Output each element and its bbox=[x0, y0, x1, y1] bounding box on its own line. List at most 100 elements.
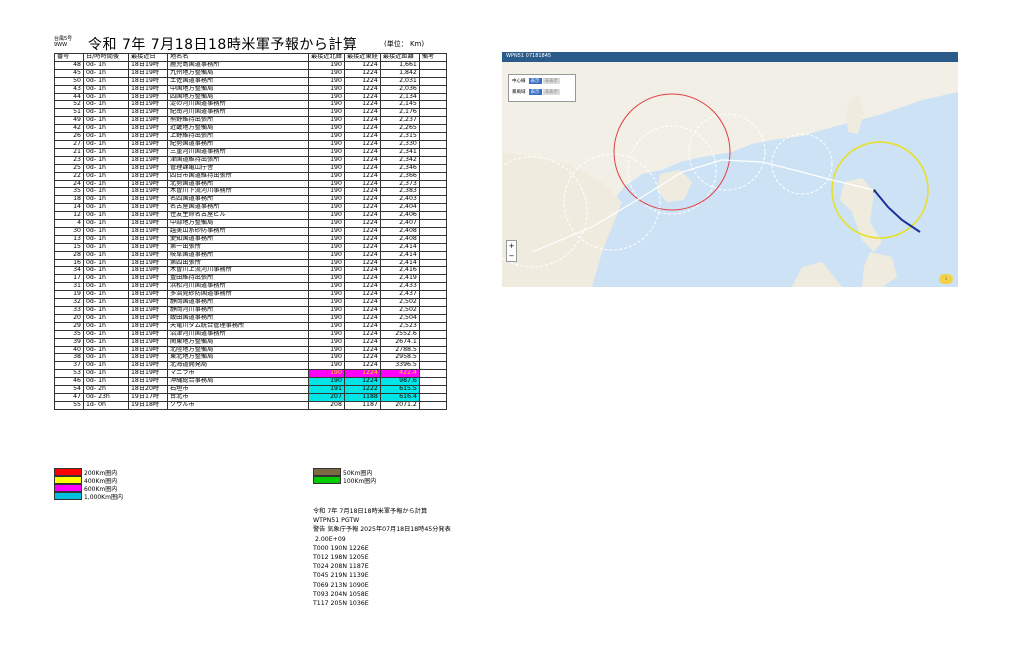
cell-remarks bbox=[418, 187, 447, 197]
forecast-note-line: WTPN51 PGTW bbox=[313, 517, 360, 525]
cell-closest-date: 18日19時 bbox=[128, 139, 168, 149]
page-title: 令和 7年 7月18日18時米軍予報から計算 bbox=[88, 37, 358, 53]
zoom-out-button[interactable]: − bbox=[507, 251, 516, 261]
cell-time-after: 0d- 1h bbox=[83, 171, 129, 181]
cell-lat: 190 bbox=[308, 211, 345, 221]
cell-remarks bbox=[418, 290, 447, 300]
cell-place-name: 豊田維持出張所 bbox=[167, 274, 309, 284]
typhoon-track-map[interactable]: × WPN51 07181845 中心線 表示 非表示 暴風域 表示 非表示 +… bbox=[502, 52, 958, 287]
cell-distance: 2071.2 bbox=[379, 400, 420, 410]
cell-number: 40 bbox=[54, 345, 84, 355]
cell-time-after: 0d- 1h bbox=[83, 76, 129, 86]
cell-lat: 190 bbox=[308, 242, 345, 252]
cell-number: 35 bbox=[54, 329, 84, 339]
cell-closest-date: 18日19時 bbox=[128, 76, 168, 86]
cell-closest-date: 18日19時 bbox=[128, 377, 168, 387]
cell-lon: 1224 bbox=[343, 195, 381, 205]
cell-lat: 190 bbox=[308, 124, 345, 134]
cell-closest-date: 18日19時 bbox=[128, 68, 168, 78]
cell-place-name: 三重河川国道事務所 bbox=[167, 147, 309, 157]
col-header-closest-date: 最接近日 bbox=[128, 53, 168, 62]
cell-closest-date: 18日19時 bbox=[128, 100, 168, 110]
legend-swatch bbox=[54, 476, 82, 484]
cell-remarks bbox=[418, 353, 447, 363]
cell-lon: 1224 bbox=[343, 258, 381, 268]
cell-lat: 190 bbox=[308, 306, 345, 315]
cell-number: 4 bbox=[54, 219, 84, 228]
cell-lat: 190 bbox=[308, 226, 345, 236]
cell-lon: 1224 bbox=[343, 313, 381, 323]
cell-place-name: 中国地方整備局 bbox=[167, 84, 309, 94]
center-line-show-button[interactable]: 表示 bbox=[528, 78, 542, 84]
table-row: 33 0d- 1h 18日19時 静岡河川事務所 190 1224 2,502 bbox=[54, 306, 447, 315]
cell-lon: 1224 bbox=[343, 211, 381, 221]
cell-time-after: 0d- 1h bbox=[83, 163, 129, 173]
col-header-closest-lat: 最接近北緯 bbox=[308, 53, 345, 62]
cell-remarks bbox=[418, 211, 447, 221]
storm-circle-hide-button[interactable]: 非表示 bbox=[542, 89, 560, 95]
cell-number: 20 bbox=[54, 313, 84, 323]
cell-lon: 1224 bbox=[343, 84, 381, 94]
cell-lat: 190 bbox=[308, 219, 345, 228]
center-line-hide-button[interactable]: 非表示 bbox=[542, 78, 560, 84]
cell-time-after: 0d- 1h bbox=[83, 116, 129, 126]
table-row: 24 0d- 1h 18日19時 北勢国道事務所 190 1224 2,373 bbox=[54, 179, 447, 189]
cell-closest-date: 18日19時 bbox=[128, 219, 168, 228]
cell-remarks bbox=[418, 203, 447, 213]
cell-number: 14 bbox=[54, 203, 84, 213]
cell-distance: 2,176 bbox=[379, 108, 420, 118]
table-row: 19 0d- 1h 18日19時 多治見砂防国道事務所 190 1224 2,437 bbox=[54, 290, 447, 300]
cell-place-name: 近畿地方整備局 bbox=[167, 124, 309, 134]
cell-distance: 2,383 bbox=[379, 187, 420, 197]
cell-remarks bbox=[418, 147, 447, 157]
cell-number: 12 bbox=[54, 211, 84, 221]
cell-time-after: 0d- 1h bbox=[83, 345, 129, 355]
cell-closest-date: 18日19時 bbox=[128, 163, 168, 173]
cell-lat: 190 bbox=[308, 132, 345, 141]
cell-lat: 190 bbox=[308, 187, 345, 197]
forecast-note-line: T000 190N 1226E bbox=[313, 544, 369, 552]
legend-distance-left: 200Km圏内 400Km圏内 600Km圏内 1,000Km圏内 bbox=[54, 468, 123, 501]
cell-lat: 190 bbox=[308, 68, 345, 78]
cell-remarks bbox=[418, 313, 447, 323]
cell-distance: 987.6 bbox=[379, 377, 420, 387]
cell-distance: 2,341 bbox=[379, 147, 420, 157]
cell-number: 13 bbox=[54, 234, 84, 244]
cell-time-after: 0d- 1h bbox=[83, 92, 129, 102]
cell-distance: 2,031 bbox=[379, 76, 420, 86]
cell-time-after: 0d- 1h bbox=[83, 68, 129, 78]
cell-lon: 1224 bbox=[343, 377, 381, 387]
table-row: 25 0d- 1h 18日19時 管理課亀山庁舎 190 1224 2,346 bbox=[54, 163, 447, 173]
cell-closest-date: 18日19時 bbox=[128, 337, 168, 347]
table-row: 52 0d- 1h 18日19時 淀の河川国道事務所 190 1224 2,145 bbox=[54, 100, 447, 110]
storm-circle-show-button[interactable]: 表示 bbox=[528, 89, 542, 95]
cell-number: 43 bbox=[54, 84, 84, 94]
cell-number: 17 bbox=[54, 274, 84, 284]
cell-time-after: 1d- 0h bbox=[83, 400, 129, 410]
cell-number: 30 bbox=[54, 226, 84, 236]
cell-number: 55 bbox=[54, 400, 84, 410]
info-icon[interactable]: i bbox=[939, 274, 953, 284]
cell-place-name: 飯田国道事務所 bbox=[167, 313, 309, 323]
cell-distance: 2,346 bbox=[379, 163, 420, 173]
cell-lon: 1224 bbox=[343, 171, 381, 181]
table-header-row: 番号 日/時時間後 最接近日 地名名 最接近北緯 最接近東経 最接近距離 備考 bbox=[54, 53, 447, 62]
cell-closest-date: 18日19時 bbox=[128, 116, 168, 126]
forecast-circle-5 bbox=[771, 133, 833, 195]
cell-place-name: 名四国道事務所 bbox=[167, 195, 309, 205]
cell-lat: 190 bbox=[308, 369, 345, 379]
zoom-in-button[interactable]: + bbox=[507, 241, 516, 251]
cell-lon: 1222 bbox=[343, 385, 381, 394]
table-row: 39 0d- 1h 18日19時 関東地方整備局 190 1224 2674.1 bbox=[54, 337, 447, 347]
cell-closest-date: 18日19時 bbox=[128, 369, 168, 379]
cell-closest-date: 18日19時 bbox=[128, 226, 168, 236]
cell-distance: 2,433 bbox=[379, 282, 420, 292]
table-row: 29 0d- 1h 18日19時 天竜川ダム統合管理事務所 190 1224 2,523 bbox=[54, 321, 447, 331]
cell-lon: 1224 bbox=[343, 139, 381, 149]
cell-remarks bbox=[418, 321, 447, 331]
cell-lon: 1224 bbox=[343, 155, 381, 165]
cell-number: 21 bbox=[54, 147, 84, 157]
cell-closest-date: 18日19時 bbox=[128, 108, 168, 118]
cell-number: 15 bbox=[54, 242, 84, 252]
cell-closest-date: 18日19時 bbox=[128, 179, 168, 189]
